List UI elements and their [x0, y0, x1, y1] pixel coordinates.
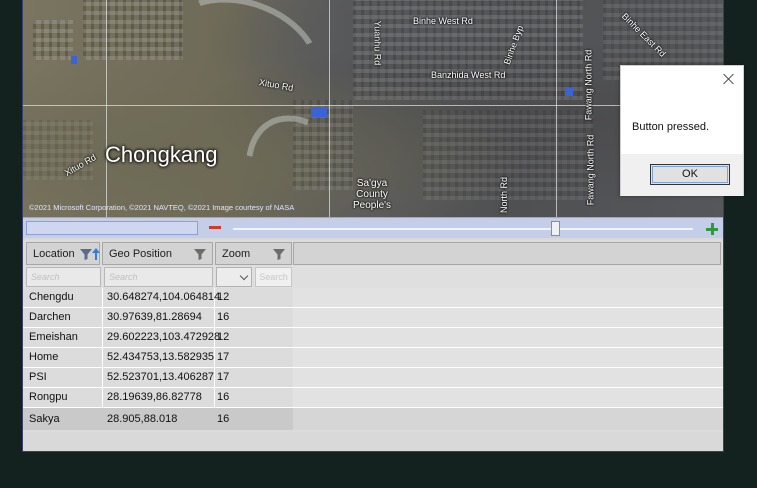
- filter-row: Search Search Search: [23, 266, 723, 288]
- dialog-footer: OK: [621, 154, 743, 196]
- zoom-slider-track[interactable]: [233, 228, 693, 230]
- county-label-line: County: [356, 189, 388, 200]
- zoom-cell: 12: [217, 291, 230, 303]
- map-highlight-marker: [71, 56, 77, 64]
- map-buildings: [33, 20, 73, 60]
- column-header-zoom[interactable]: Zoom: [215, 242, 292, 265]
- row-filler: [293, 348, 723, 367]
- zoom-in-icon[interactable]: [706, 223, 718, 235]
- zoom-bar: [23, 217, 723, 238]
- column-header-empty: [293, 242, 721, 265]
- zoom-cell: 17: [217, 371, 230, 383]
- column-header-label: Geo Position: [109, 247, 172, 260]
- column-header-label: Location: [33, 247, 75, 260]
- road-label: North Rd: [499, 176, 510, 214]
- county-label: Sa'gya County People's: [353, 178, 391, 211]
- map-copyright: ©2021 Microsoft Corporation, ©2021 NAVTE…: [29, 203, 295, 212]
- column-header-geo-position[interactable]: Geo Position: [102, 242, 213, 265]
- road-label: Fawang North Rd: [585, 134, 596, 206]
- geo-cell: 28.905,88.018: [107, 413, 178, 425]
- close-icon[interactable]: [723, 73, 735, 85]
- column-header-location[interactable]: Location: [26, 242, 100, 265]
- location-cell: Rongpu: [29, 391, 68, 403]
- zoom-filter-dropdown[interactable]: [216, 267, 252, 287]
- road-label: Yuanhu Rd: [372, 20, 383, 66]
- map-app-window: Binhe West Rd Binhe Byp Binhe East Rd Ba…: [22, 0, 724, 452]
- road-label: Banzhida West Rd: [431, 70, 506, 80]
- location-cell: Home: [29, 351, 59, 363]
- map-view[interactable]: Binhe West Rd Binhe Byp Binhe East Rd Ba…: [23, 0, 723, 217]
- location-cell: Emeishan: [29, 331, 78, 343]
- geo-search-input[interactable]: Search: [104, 267, 213, 287]
- road-label: Fawang North Rd: [583, 49, 594, 121]
- zoom-cell: 17: [217, 351, 230, 363]
- zoom-out-icon[interactable]: [209, 226, 221, 229]
- geo-cell: 30.648274,104.064814: [107, 291, 221, 303]
- location-cell: Chengdu: [29, 291, 74, 303]
- chevron-down-icon: [239, 271, 249, 281]
- zoom-cell: 12: [217, 331, 230, 343]
- filter-icon[interactable]: [193, 247, 207, 261]
- zoom-search-button[interactable]: Search: [255, 267, 292, 287]
- geo-cell: 28.19639,86.82778: [107, 391, 202, 403]
- zoom-cell: 16: [217, 391, 230, 403]
- geo-cell: 52.434753,13.582935: [107, 351, 215, 363]
- sort-ascending-icon[interactable]: [91, 247, 101, 261]
- map-highlight-marker: [565, 88, 573, 96]
- table-row[interactable]: Darchen 30.97639,81.28694 16: [23, 308, 723, 328]
- row-filler: [293, 368, 723, 387]
- table-row[interactable]: Emeishan 29.602223,103.472928 12: [23, 328, 723, 348]
- map-grid-line: [106, 0, 107, 217]
- map-grid-line: [329, 0, 330, 217]
- location-cell: Darchen: [29, 311, 71, 323]
- table-row[interactable]: Home 52.434753,13.582935 17: [23, 348, 723, 368]
- dialog-message: Button pressed.: [632, 121, 710, 133]
- table-row[interactable]: Rongpu 28.19639,86.82778 16: [23, 388, 723, 408]
- location-cell: PSI: [29, 371, 47, 383]
- zoom-input[interactable]: [26, 221, 198, 235]
- geo-cell: 52.523701,13.406287: [107, 371, 215, 383]
- city-label: Chongkang: [105, 142, 218, 167]
- location-search-input[interactable]: Search: [26, 267, 101, 287]
- county-label-line: People's: [353, 200, 392, 211]
- table-row[interactable]: PSI 52.523701,13.406287 17: [23, 368, 723, 388]
- map-buildings: [353, 0, 583, 100]
- locations-grid: Location Geo Position Zoom Search Search: [23, 240, 723, 432]
- county-label-line: Sa'gya: [356, 178, 388, 189]
- table-row[interactable]: Chengdu 30.648274,104.064814 12: [23, 288, 723, 308]
- zoom-slider-thumb[interactable]: [550, 221, 560, 236]
- map-highlight-marker: [311, 107, 327, 117]
- table-row-selected[interactable]: Sakya 28.905,88.018 16: [23, 408, 723, 430]
- location-cell: Sakya: [29, 413, 60, 425]
- map-grid-line: [23, 105, 723, 106]
- column-header-label: Zoom: [222, 247, 251, 260]
- map-buildings: [23, 120, 93, 180]
- row-filler: [293, 308, 723, 327]
- row-filler: [293, 328, 723, 347]
- zoom-cell: 16: [217, 413, 230, 425]
- geo-cell: 29.602223,103.472928: [107, 331, 221, 343]
- message-dialog: Button pressed. OK: [620, 65, 744, 196]
- filter-icon[interactable]: [272, 247, 286, 261]
- road-label: Binhe West Rd: [413, 16, 473, 26]
- row-filler: [293, 288, 723, 307]
- map-grid-line: [556, 0, 557, 217]
- zoom-cell: 16: [217, 311, 230, 323]
- geo-cell: 30.97639,81.28694: [107, 311, 202, 323]
- row-filler: [293, 408, 723, 430]
- ok-button[interactable]: OK: [650, 164, 730, 185]
- row-filler: [293, 388, 723, 407]
